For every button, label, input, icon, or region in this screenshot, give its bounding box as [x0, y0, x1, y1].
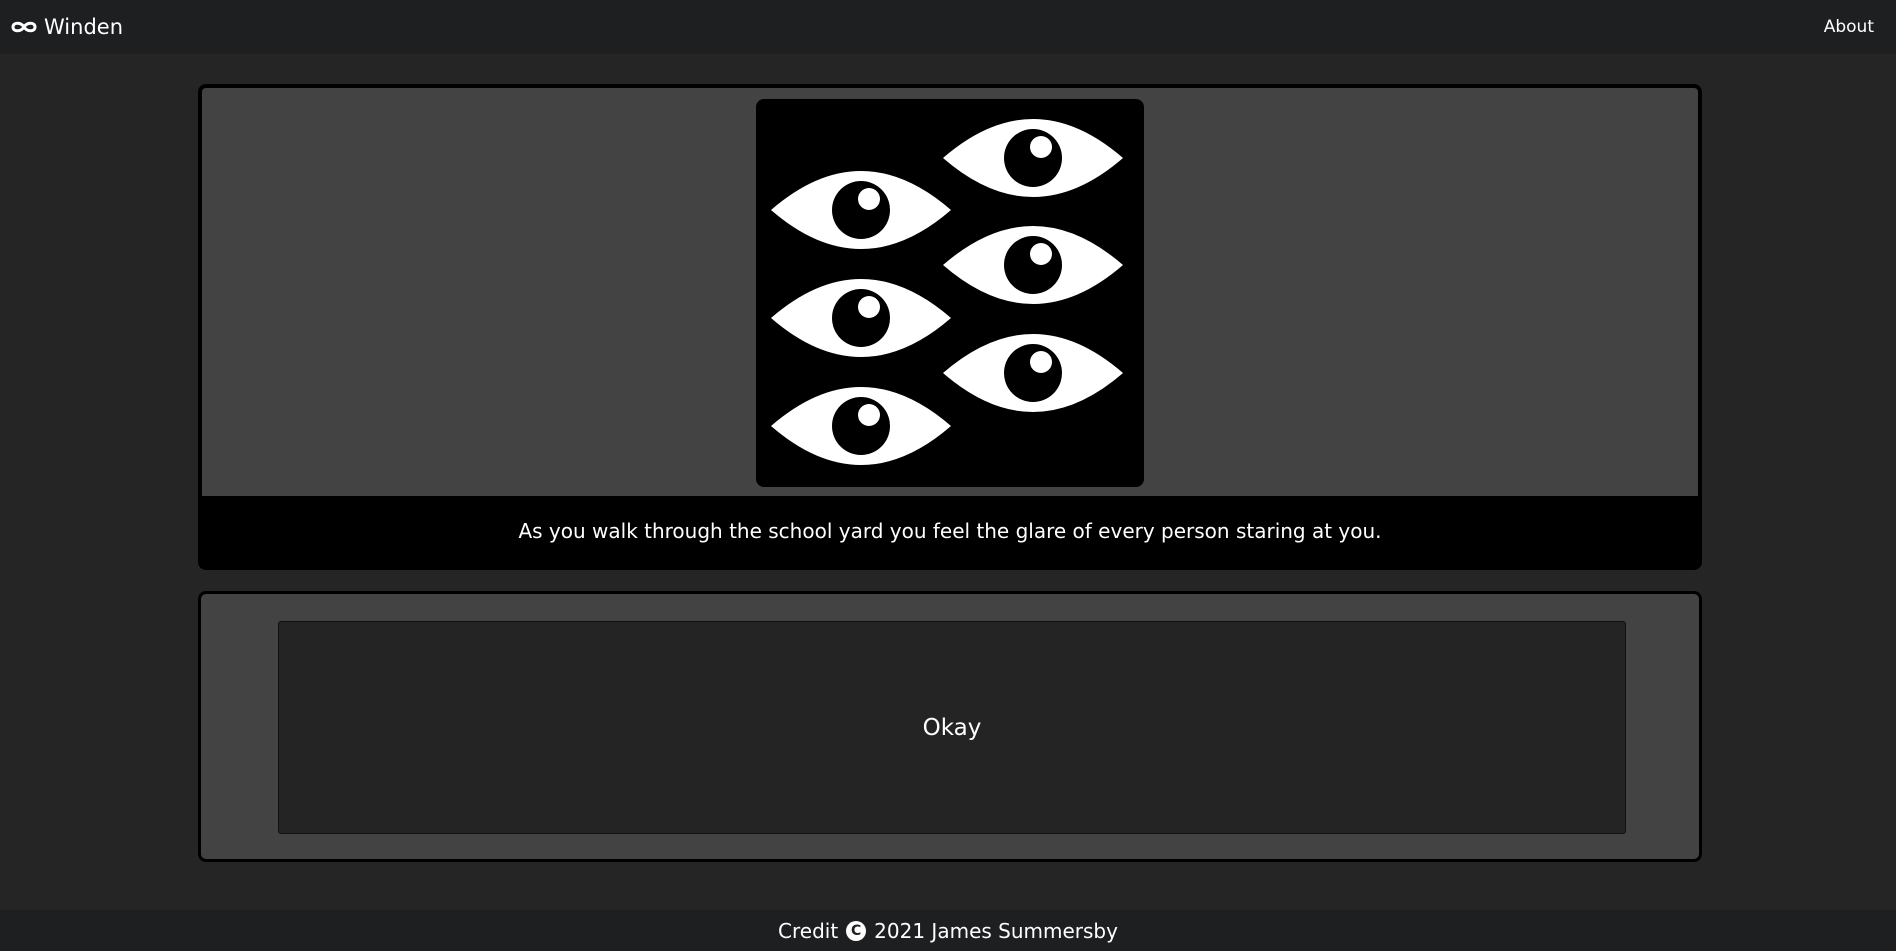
credit-prefix: Credit — [778, 918, 839, 943]
six-staring-eyes-icon — [756, 99, 1144, 487]
story-card: As you walk through the school yard you … — [198, 84, 1702, 570]
story-text: As you walk through the school yard you … — [518, 519, 1382, 543]
about-link[interactable]: About — [1824, 17, 1874, 37]
choices-card: Okay — [198, 591, 1702, 862]
copyright-icon: C — [846, 920, 867, 941]
footer: Credit C 2021 James Summersby — [0, 910, 1896, 951]
brand-link[interactable]: Winden — [10, 15, 123, 39]
navbar: Winden About — [0, 0, 1896, 54]
infinity-icon — [11, 21, 37, 33]
brand-name: Winden — [44, 15, 124, 39]
scene-image-area — [202, 88, 1698, 496]
okay-button[interactable]: Okay — [278, 621, 1626, 834]
credit-text: 2021 James Summersby — [874, 918, 1118, 943]
